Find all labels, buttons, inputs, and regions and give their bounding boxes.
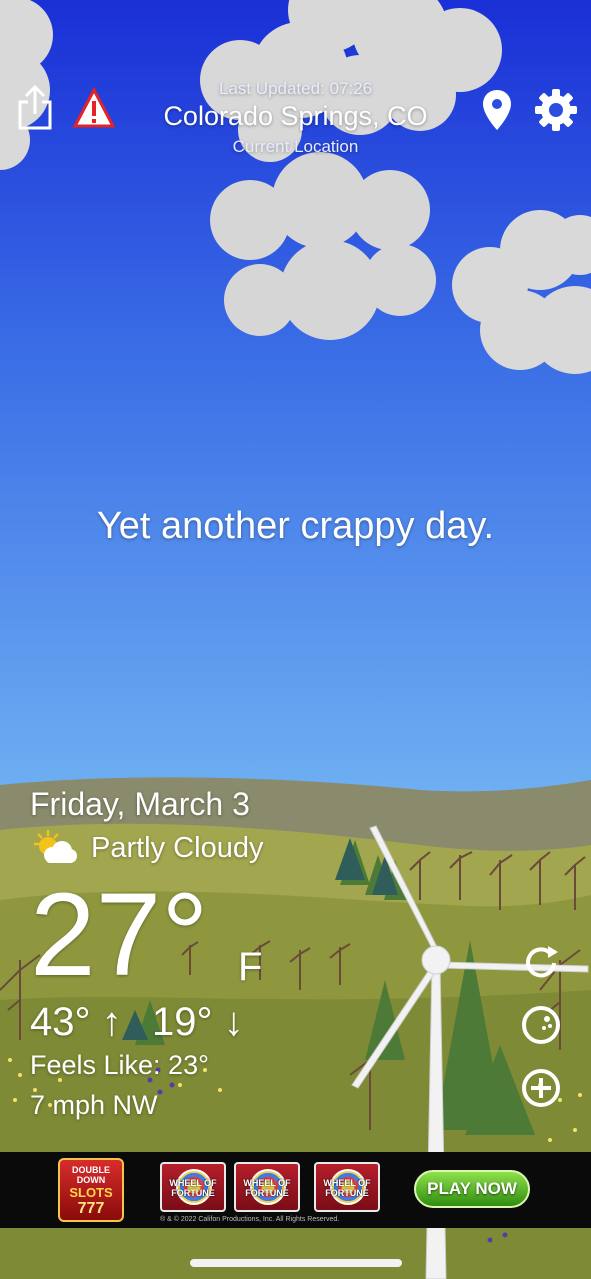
slot-reel: WHEEL OF FORTUNE: [160, 1162, 226, 1212]
slot-reel: WHEEL OF FORTUNE: [234, 1162, 300, 1212]
location-note: Current Location: [232, 137, 359, 156]
refresh-button[interactable]: [520, 942, 562, 984]
date-label: Friday, March 3: [30, 786, 250, 822]
weather-app-screen: Last Updated: 07:26 Colorado Springs, CO…: [0, 0, 591, 1279]
condition-label: Partly Cloudy: [91, 832, 264, 864]
settings-button[interactable]: [534, 88, 578, 132]
partly-cloudy-icon: [34, 830, 77, 863]
low-temperature: 19° ↓: [152, 1000, 244, 1044]
high-temperature: 43° ↑: [30, 1000, 122, 1044]
feels-like: Feels Like: 23°: [30, 1050, 209, 1080]
slot-reel: WHEEL OF FORTUNE: [314, 1162, 380, 1212]
temperature-unit[interactable]: F: [238, 945, 262, 990]
wind-speed: 7 mph NW: [30, 1090, 158, 1120]
gear-icon: [535, 89, 577, 131]
refresh-icon: [526, 946, 558, 978]
radar-icon: [522, 1006, 560, 1044]
home-indicator[interactable]: [190, 1259, 402, 1267]
locations-button[interactable]: [480, 88, 514, 132]
ad-brand-logo: DOUBLE DOWN SLOTS 777: [58, 1158, 124, 1222]
add-location-icon: [522, 1069, 560, 1107]
weather-scene-background: [0, 0, 591, 1279]
location-pin-icon: [483, 90, 511, 130]
play-now-button[interactable]: PLAY NOW: [414, 1170, 530, 1208]
weather-message: Yet another crappy day.: [96, 505, 495, 547]
ad-copyright: ® & © 2022 Califon Productions, Inc. All…: [160, 1216, 340, 1223]
add-location-button[interactable]: [520, 1067, 562, 1109]
current-temperature: 27°: [30, 869, 209, 1001]
radar-button[interactable]: [520, 1004, 562, 1046]
ad-banner[interactable]: DOUBLE DOWN SLOTS 777 WHEEL OF FORTUNE W…: [0, 1152, 591, 1228]
